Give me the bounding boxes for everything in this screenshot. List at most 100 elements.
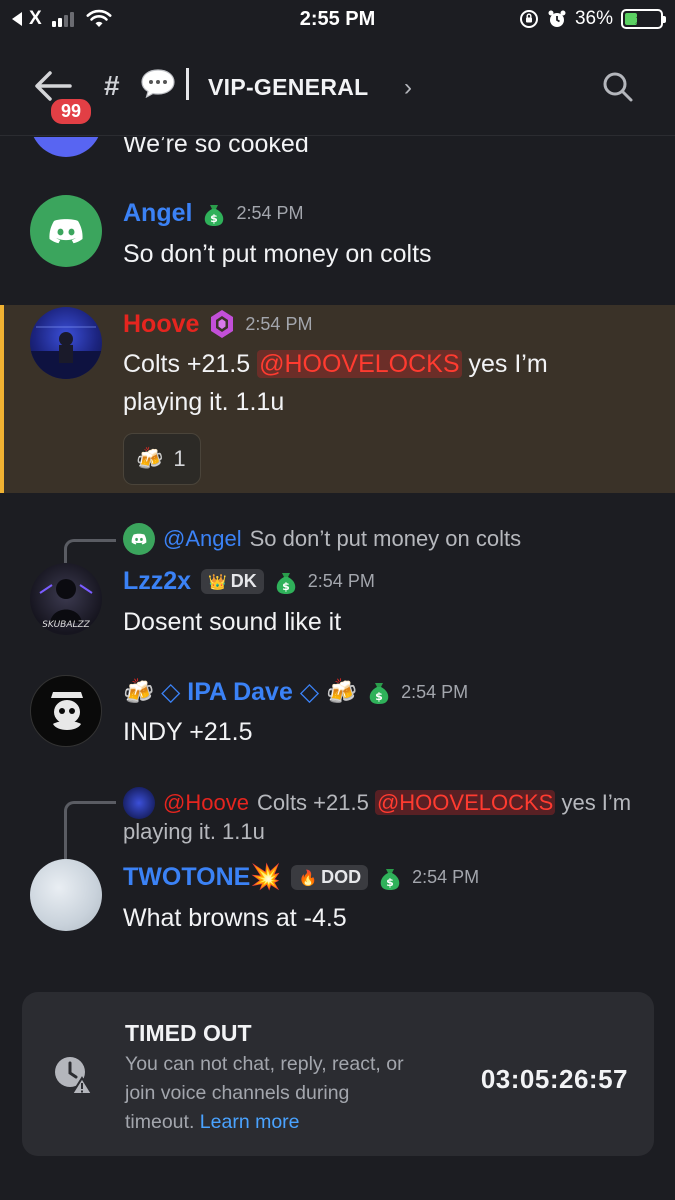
server-tag-label: DK [230, 571, 257, 591]
crown-face-icon: 👑 [208, 573, 227, 591]
message-text: We’re so cooked [123, 137, 309, 158]
timestamp: 2:54 PM [245, 313, 313, 334]
avatar-image: SKUBALZZ [39, 579, 93, 630]
unread-count-badge[interactable]: 99 [48, 96, 95, 127]
status-right: 36% ⚡ [519, 8, 666, 30]
username[interactable]: Hoove [123, 310, 199, 339]
reply-connector [64, 801, 116, 861]
battery-charging-icon: ⚡ [621, 9, 666, 29]
reply-text-line2: playing it. 1.1u [123, 819, 265, 844]
chevron-right-icon[interactable]: › [404, 74, 412, 102]
search-icon[interactable] [601, 70, 635, 104]
charging-bolt-icon: ⚡ [634, 11, 646, 28]
svg-text:$: $ [211, 212, 219, 225]
username[interactable]: 🍻 ◇ IPA Dave ◇ 🍻 [123, 677, 357, 707]
fire-icon: 🔥 [298, 869, 318, 887]
battery-percent: 36% [574, 8, 613, 29]
username[interactable]: Lzz2x [123, 567, 191, 596]
svg-text:$: $ [282, 580, 290, 593]
username[interactable]: TWOTONE💥 [123, 863, 281, 892]
avatar[interactable] [30, 307, 102, 379]
orientation-lock-icon [519, 10, 538, 28]
user-mention: @HOOVELOCKS [374, 790, 556, 815]
mention-highlight [0, 305, 675, 493]
avatar[interactable] [30, 859, 102, 931]
message-text-part: Colts +21.5 [123, 350, 258, 378]
username-text: IPA Dave [187, 678, 293, 706]
reply-author: @Hoove [163, 790, 249, 815]
avatar[interactable] [30, 675, 102, 747]
message-header: Angel $ 2:54 PM [123, 199, 304, 228]
collision-emoji: 💥 [250, 863, 282, 891]
timeout-description: You can not chat, reply, react, or join … [125, 1050, 455, 1137]
avatar[interactable] [30, 195, 102, 267]
timestamp: 2:54 PM [236, 203, 304, 223]
beers-emoji: 🍻 [136, 446, 164, 471]
avatar[interactable]: SKUBALZZ [30, 563, 102, 635]
name-suffix: ◇ 🍻 [299, 678, 358, 706]
reply-text: Colts +21.5 @HOOVELOCKS yes I’m [257, 790, 631, 816]
timestamp: 2:54 PM [412, 867, 480, 887]
message-text: Dosent sound like it [123, 608, 342, 636]
server-tag-label: DOD [321, 867, 362, 887]
reply-text: So don’t put money on colts [249, 526, 522, 551]
reply-avatar [123, 523, 155, 555]
timeout-notice: TIMED OUT You can not chat, reply, react… [22, 992, 654, 1156]
timeout-countdown: 03:05:26:57 [480, 1064, 628, 1094]
discord-logo-icon [131, 533, 147, 545]
reply-avatar [123, 787, 155, 819]
message-text: Colts +21.5 @HOOVELOCKS yes I’m [123, 345, 548, 383]
message-text-part: yes I’m [461, 350, 548, 378]
server-tag[interactable]: 👑 DK [201, 569, 264, 594]
message-text-line2: playing it. 1.1u [123, 388, 285, 416]
channel-header: 99 # VIP-GENERAL › [0, 40, 675, 136]
avatar[interactable] [30, 137, 102, 157]
message-header: Hoove 2:54 PM [123, 309, 312, 339]
clock-warning-icon [55, 1057, 94, 1095]
reply-author: @Angel [163, 526, 242, 551]
reaction-count: 1 [173, 446, 186, 471]
money-bag-icon: $ [276, 572, 296, 594]
learn-more-link[interactable]: Learn more [200, 1111, 300, 1133]
discord-logo-icon [49, 219, 83, 244]
timeout-description-line: You can not chat, reply, react, or [125, 1053, 404, 1075]
timestamp: 2:54 PM [401, 681, 469, 702]
user-mention[interactable]: @HOOVELOCKS [257, 350, 462, 378]
timeout-description-line: timeout. [125, 1111, 200, 1133]
message-text: What browns at -4.5 [123, 904, 347, 932]
reply-reference[interactable]: @Hoove Colts +21.5 @HOOVELOCKS yes I’m [123, 787, 631, 819]
message-header: TWOTONE💥 🔥 DOD $ 2:54 PM [123, 863, 479, 892]
reply-text-part: yes I’m [555, 790, 632, 815]
username[interactable]: Angel [123, 199, 192, 228]
reaction-button[interactable]: 🍻 1 [123, 433, 201, 485]
timestamp: 2:54 PM [307, 571, 375, 591]
reply-reference[interactable]: @Angel So don’t put money on colts [123, 523, 521, 555]
server-tag[interactable]: 🔥 DOD [291, 865, 369, 890]
svg-text:SKUBALZZ: SKUBALZZ [42, 620, 91, 630]
message-feed[interactable]: We’re so cooked Angel $ 2:54 PM So don’t… [0, 137, 675, 980]
message-text: INDY +21.5 [123, 718, 253, 746]
avatar-image [51, 692, 83, 730]
alarm-icon [548, 10, 566, 27]
reply-text-part: Colts +21.5 [256, 790, 375, 815]
message-header: Lzz2x 👑 DK $ 2:54 PM [123, 567, 375, 596]
message-text: So don’t put money on colts [123, 240, 432, 268]
money-bag-icon: $ [205, 204, 224, 226]
channel-name[interactable]: VIP-GENERAL [208, 74, 368, 101]
header-separator [186, 68, 189, 100]
name-prefix: 🍻 ◇ [123, 678, 181, 706]
purple-gem-icon [211, 310, 234, 338]
status-bar: X 2:55 PM 36% ⚡ [0, 0, 675, 40]
message-header: 🍻 ◇ IPA Dave ◇ 🍻 $ 2:54 PM [123, 677, 468, 707]
speech-bubble-icon [141, 69, 175, 98]
svg-text:$: $ [375, 690, 383, 703]
timeout-description-line: join voice channels during [125, 1082, 350, 1104]
reply-connector [64, 539, 116, 563]
money-bag-icon: $ [380, 868, 400, 890]
channel-hash-icon: # [104, 70, 120, 101]
timeout-title: TIMED OUT [125, 1020, 252, 1046]
avatar-image [30, 326, 102, 379]
svg-text:$: $ [386, 876, 394, 889]
username-text: TWOTONE [123, 863, 251, 891]
money-bag-icon: $ [369, 683, 389, 704]
